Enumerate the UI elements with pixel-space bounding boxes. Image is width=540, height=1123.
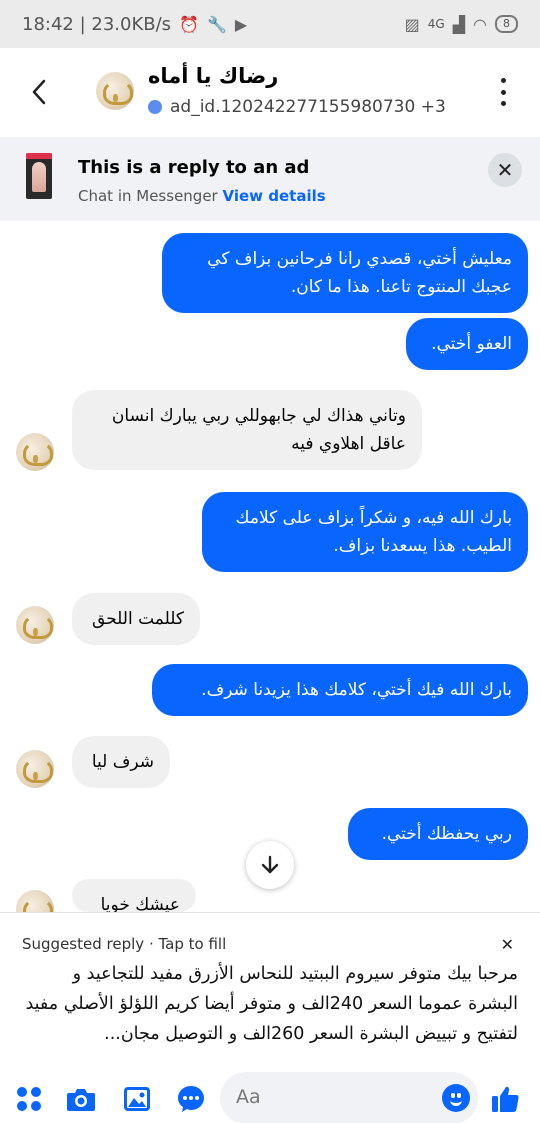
message-composer: Aa — [0, 1068, 540, 1123]
message-outgoing[interactable]: بارك الله فيك أختي، كلامك هذا يزيدنا شرف… — [152, 664, 528, 716]
message-input[interactable]: Aa — [220, 1072, 478, 1123]
close-suggestion-button[interactable]: ✕ — [501, 935, 514, 954]
close-icon: ✕ — [500, 935, 514, 954]
status-time: 18:42 | 23.0KB/s — [22, 13, 172, 35]
message-input-placeholder: Aa — [236, 1086, 261, 1108]
ad-reply-banner: This is a reply to an ad Chat in Messeng… — [0, 137, 540, 221]
contact-avatar[interactable] — [16, 750, 54, 788]
contact-avatar[interactable] — [16, 433, 54, 471]
message-outgoing[interactable]: العفو أختي. — [406, 318, 528, 370]
battery-icon: 8 — [495, 15, 518, 33]
tap-to-fill-label[interactable]: Tap to fill — [158, 935, 226, 953]
apps-grid-icon — [17, 1087, 41, 1111]
more-dot-icon — [500, 101, 506, 106]
ad-banner-subtitle-text: Chat in Messenger — [78, 187, 218, 205]
page-dot-icon — [148, 100, 162, 114]
ad-id-text: ad_id.120242277155980730 +3 — [170, 97, 446, 117]
signal-icon: ▟ — [452, 14, 466, 34]
wifi-icon: ◠ — [473, 14, 487, 34]
youtube-icon: ▶ — [234, 14, 248, 34]
message-outgoing[interactable]: بارك الله فيه، و شكراً بزاف على كلامك ال… — [202, 492, 528, 572]
chat-bubble-icon — [178, 1086, 204, 1112]
status-bar: 18:42 | 23.0KB/s ⏰ 🔧 ▶ ▨ 4G ▟ ◠ 8 — [0, 0, 540, 48]
gallery-button[interactable] — [122, 1084, 152, 1114]
message-incoming[interactable]: شرف ليا — [72, 736, 170, 788]
ad-banner-title: This is a reply to an ad — [78, 157, 310, 178]
arrow-down-icon — [261, 855, 279, 874]
chat-header: رضاك يا أماه ad_id.120242277155980730 +3 — [0, 48, 540, 136]
contact-avatar[interactable] — [16, 606, 54, 644]
view-details-link[interactable]: View details — [223, 187, 326, 205]
suggested-reply-panel: Suggested reply · Tap to fill ✕ مرحبا بي… — [0, 912, 540, 1058]
message-outgoing[interactable]: معليش أختي، قصدي رانا فرحانين بزاف كي عج… — [162, 233, 528, 313]
thumbs-up-icon — [492, 1086, 519, 1112]
more-dot-icon — [500, 89, 506, 95]
status-right: ▨ 4G ▟ ◠ 8 — [405, 15, 518, 34]
suggested-reply-text[interactable]: مرحبا بيك متوفر سيروم الببتيد للنحاس الأ… — [18, 959, 518, 1049]
back-button[interactable] — [22, 74, 56, 110]
image-icon — [124, 1087, 150, 1111]
close-banner-button[interactable]: ✕ — [488, 153, 522, 187]
page-title[interactable]: رضاك يا أماه — [148, 64, 278, 88]
message-incoming[interactable]: كللمت اللحق — [72, 593, 200, 645]
avatar[interactable] — [96, 72, 134, 110]
more-options-button[interactable] — [498, 78, 508, 106]
chat-extensions-button[interactable] — [176, 1084, 206, 1114]
emoji-smile — [450, 1100, 462, 1106]
network-type: 4G — [427, 17, 445, 31]
message-outgoing[interactable]: ربي يحفظك أختي. — [348, 808, 528, 860]
ad-thumbnail[interactable] — [26, 153, 52, 199]
message-incoming[interactable]: وتاني هذاك لي جابهوللي ربي يبارك انسان ع… — [72, 390, 422, 470]
suggested-reply-header: Suggested reply · Tap to fill — [22, 935, 226, 953]
message-incoming[interactable]: عيشك خويا — [72, 879, 196, 912]
more-dot-icon — [500, 78, 506, 83]
signal-x-icon: ▨ — [404, 14, 420, 34]
back-arrow-icon — [32, 79, 46, 105]
camera-icon — [67, 1089, 95, 1111]
status-left: 18:42 | 23.0KB/s ⏰ 🔧 ▶ — [22, 14, 247, 35]
apps-button[interactable] — [14, 1084, 44, 1114]
wrench-icon: 🔧 — [206, 14, 227, 34]
suggested-reply-label: Suggested reply — [22, 935, 145, 953]
like-button[interactable] — [490, 1084, 520, 1114]
scroll-to-bottom-button[interactable] — [246, 841, 294, 889]
header-subtitle: ad_id.120242277155980730 +3 — [148, 97, 446, 117]
emoji-icon[interactable] — [442, 1084, 470, 1112]
ad-banner-subtitle: Chat in Messenger View details — [78, 187, 326, 205]
alarm-icon: ⏰ — [179, 14, 199, 34]
camera-button[interactable] — [66, 1084, 96, 1114]
close-icon: ✕ — [496, 158, 514, 182]
